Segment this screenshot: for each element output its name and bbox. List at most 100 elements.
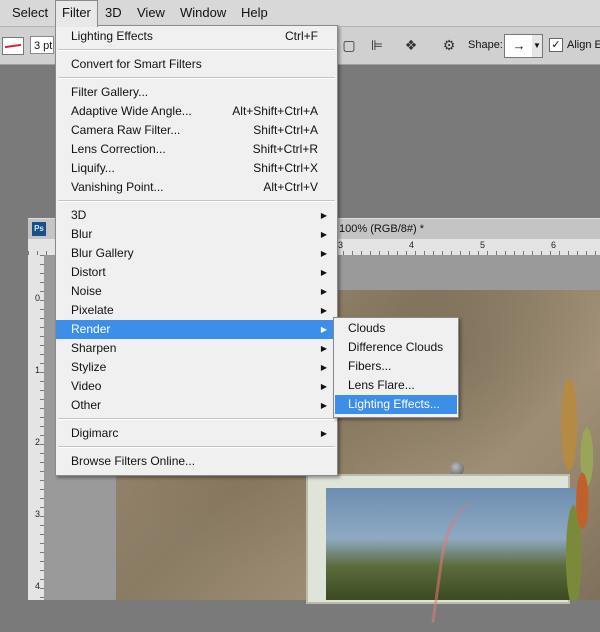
menu-item-lens-correction[interactable]: Lens Correction... Shift+Ctrl+R — [56, 140, 337, 159]
submenu-item-fibers[interactable]: Fibers... — [335, 357, 457, 376]
menu-item-label: Vanishing Point... — [71, 180, 164, 194]
menu-item-distort[interactable]: Distort ▶ — [56, 263, 337, 282]
menu-item-noise[interactable]: Noise ▶ — [56, 282, 337, 301]
menu-separator — [58, 200, 335, 202]
menu-item-label: Camera Raw Filter... — [71, 123, 181, 137]
menu-help[interactable]: Help — [235, 0, 274, 26]
submenu-arrow-icon: ▶ — [320, 268, 327, 277]
submenu-item-clouds[interactable]: Clouds — [335, 319, 457, 338]
menu-item-label: 3D — [71, 208, 87, 222]
menu-item-shortcut: Alt+Ctrl+V — [263, 180, 318, 194]
submenu-arrow-icon: ▶ — [320, 344, 327, 353]
ruler-mark: 0 — [35, 293, 41, 303]
menu-item-pixelate[interactable]: Pixelate ▶ — [56, 301, 337, 320]
menu-item-shortcut: Alt+Shift+Ctrl+A — [232, 104, 318, 118]
menu-item-blur[interactable]: Blur ▶ — [56, 225, 337, 244]
menu-window[interactable]: Window — [174, 0, 232, 26]
menu-item-vanishing-point[interactable]: Vanishing Point... Alt+Ctrl+V — [56, 178, 337, 197]
gear-icon[interactable]: ⚙ — [440, 36, 458, 54]
submenu-arrow-icon: ▶ — [320, 429, 327, 438]
menu-item-label: Sharpen — [71, 341, 117, 355]
menu-item-label: Convert for Smart Filters — [71, 57, 202, 71]
menu-item-liquify[interactable]: Liquify... Shift+Ctrl+X — [56, 159, 337, 178]
ruler-mark: 6 — [551, 240, 557, 250]
menu-item-browse-filters-online[interactable]: Browse Filters Online... — [56, 452, 337, 471]
menu-item-shortcut: Shift+Ctrl+R — [252, 142, 318, 156]
ruler-mark: 4 — [35, 581, 41, 591]
document-title: 100% (RGB/8#) * — [339, 223, 424, 235]
stroke-color-swatch[interactable] — [2, 37, 24, 55]
menu-item-convert-smart-filters[interactable]: Convert for Smart Filters — [56, 55, 337, 74]
menu-item-label: Lens Correction... — [71, 142, 166, 156]
menu-item-label: Noise — [71, 284, 102, 298]
chevron-down-icon[interactable]: ▼ — [532, 34, 543, 58]
submenu-arrow-icon: ▶ — [320, 363, 327, 372]
menu-item-other[interactable]: Other ▶ — [56, 396, 337, 415]
menu-item-label: Stylize — [71, 360, 107, 374]
menu-item-shortcut: Shift+Ctrl+X — [253, 161, 318, 175]
align-edges-label: Align Ed — [567, 39, 600, 51]
shape-label: Shape: — [468, 39, 503, 51]
vertical-ruler[interactable]: 0 1 2 3 4 — [28, 255, 45, 600]
menu-item-digimarc[interactable]: Digimarc ▶ — [56, 424, 337, 443]
menu-item-label: Render — [71, 322, 111, 336]
filter-menu: Lighting Effects Ctrl+F Convert for Smar… — [55, 25, 338, 476]
menu-3d[interactable]: 3D — [99, 0, 128, 26]
ruler-mark: 3 — [338, 240, 344, 250]
menu-item-label: Distort — [71, 265, 106, 279]
path-arrangement-icon[interactable]: ❖ — [402, 36, 420, 54]
submenu-item-difference-clouds[interactable]: Difference Clouds — [335, 338, 457, 357]
menu-item-label: Lighting Effects — [71, 29, 153, 43]
menu-item-stylize[interactable]: Stylize ▶ — [56, 358, 337, 377]
menu-item-label: Pixelate — [71, 303, 114, 317]
menu-item-3d[interactable]: 3D ▶ — [56, 206, 337, 225]
menu-select[interactable]: Select — [6, 0, 54, 26]
menu-filter[interactable]: Filter — [55, 0, 98, 27]
menu-item-label: Blur — [71, 227, 93, 241]
menu-item-render[interactable]: Render ▶ — [56, 320, 337, 339]
menu-separator — [58, 49, 335, 51]
menu-item-label: Filter Gallery... — [71, 85, 149, 99]
submenu-arrow-icon: ▶ — [320, 401, 327, 410]
menu-item-filter-gallery[interactable]: Filter Gallery... — [56, 83, 337, 102]
menu-bar: Select Filter 3D View Window Help — [0, 0, 600, 27]
menu-item-adaptive-wide-angle[interactable]: Adaptive Wide Angle... Alt+Shift+Ctrl+A — [56, 102, 337, 121]
ps-logo-icon: Ps — [32, 222, 46, 236]
submenu-arrow-icon: ▶ — [320, 211, 327, 220]
menu-item-label: Browse Filters Online... — [71, 454, 196, 468]
submenu-arrow-icon: ▶ — [320, 382, 327, 391]
menu-item-label: Adaptive Wide Angle... — [71, 104, 192, 118]
menu-separator — [58, 446, 335, 448]
submenu-item-lens-flare[interactable]: Lens Flare... — [335, 376, 457, 395]
path-operations-icon[interactable]: ▢ — [340, 36, 358, 54]
menu-item-label: Digimarc — [71, 426, 119, 440]
menu-item-label: Liquify... — [71, 161, 115, 175]
ruler-mark: 4 — [409, 240, 415, 250]
menu-item-last-filter[interactable]: Lighting Effects Ctrl+F — [56, 27, 337, 46]
align-edges-checkbox[interactable]: ✓ — [549, 38, 563, 52]
submenu-arrow-icon: ▶ — [320, 306, 327, 315]
ruler-mark: 3 — [35, 509, 41, 519]
menu-item-video[interactable]: Video ▶ — [56, 377, 337, 396]
menu-item-label: Other — [71, 398, 102, 412]
menu-item-label: Video — [71, 379, 102, 393]
menu-item-camera-raw-filter[interactable]: Camera Raw Filter... Shift+Ctrl+A — [56, 121, 337, 140]
menu-view[interactable]: View — [131, 0, 171, 26]
ruler-mark: 5 — [480, 240, 486, 250]
ruler-mark: 1 — [35, 365, 41, 375]
ruler-mark: 2 — [35, 437, 41, 447]
submenu-arrow-icon: ▶ — [320, 325, 327, 334]
menu-item-shortcut: Ctrl+F — [285, 29, 318, 43]
stroke-width-field[interactable]: 3 pt — [30, 36, 54, 54]
leaves-decoration — [556, 380, 600, 600]
submenu-item-lighting-effects[interactable]: Lighting Effects... — [335, 395, 457, 414]
path-alignment-icon[interactable]: ⊫ — [368, 36, 386, 54]
menu-item-blur-gallery[interactable]: Blur Gallery ▶ — [56, 244, 337, 263]
menu-item-label: Blur Gallery — [71, 246, 134, 260]
render-submenu: Clouds Difference Clouds Fibers... Lens … — [333, 317, 459, 418]
menu-item-sharpen[interactable]: Sharpen ▶ — [56, 339, 337, 358]
submenu-arrow-icon: ▶ — [320, 287, 327, 296]
menu-separator — [58, 418, 335, 420]
shape-picker[interactable]: → — [504, 34, 534, 58]
menu-separator — [58, 77, 335, 79]
